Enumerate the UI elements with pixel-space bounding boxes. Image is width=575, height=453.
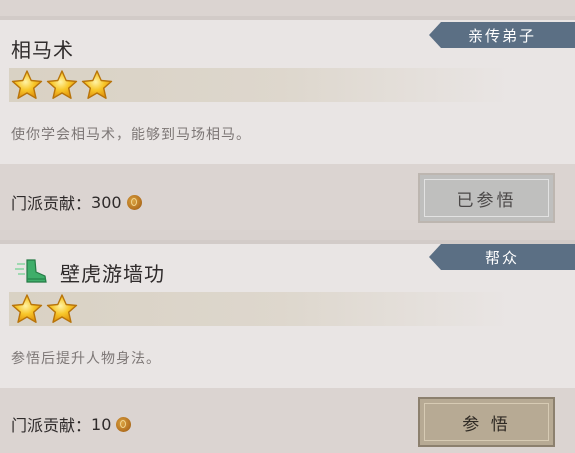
contribution-label: 门派贡献： xyxy=(11,416,92,435)
skill-description: 参悟后提升人物身法。 xyxy=(11,351,161,367)
star-icon xyxy=(46,294,78,323)
button-label: 已参悟 xyxy=(456,190,517,211)
contribution-cost: 门派贡献： 300 xyxy=(11,190,142,214)
contribution-label: 门派贡献： xyxy=(11,194,92,213)
contribution-cost: 门派贡献： 10 xyxy=(11,412,132,436)
comprehend-button[interactable]: 参 悟 xyxy=(418,397,555,447)
green-boot-icon xyxy=(15,259,47,283)
rank-tag: 亲传弟子 xyxy=(429,22,575,48)
skill-card: 亲传弟子 相马术 使你学会相马术，能够到马场相马。 门派贡献： 300 已参悟 xyxy=(0,16,575,230)
contribution-value: 300 xyxy=(91,192,122,212)
coin-icon xyxy=(126,194,142,210)
comprehended-button[interactable]: 已参悟 xyxy=(418,173,555,223)
star-icon xyxy=(11,294,43,323)
skill-title: 壁虎游墙功 xyxy=(60,262,165,286)
star-icon xyxy=(81,70,113,99)
star-rating xyxy=(9,68,509,102)
star-icon xyxy=(46,70,78,99)
button-label: 参 悟 xyxy=(462,414,511,435)
rank-tag-label: 亲传弟子 xyxy=(467,26,536,45)
contribution-value: 10 xyxy=(91,414,112,434)
rank-tag-label: 帮众 xyxy=(484,248,519,267)
skill-card: 帮众 壁虎游墙功 参悟后提升人物身法。 门派贡献： 10 参 悟 xyxy=(0,240,575,453)
star-rating xyxy=(9,292,509,326)
coin-icon xyxy=(116,416,132,432)
skill-description: 使你学会相马术，能够到马场相马。 xyxy=(11,127,251,143)
star-icon xyxy=(11,70,43,99)
skill-title: 相马术 xyxy=(11,38,74,62)
rank-tag: 帮众 xyxy=(429,244,575,270)
previous-card-bottom xyxy=(0,0,575,16)
